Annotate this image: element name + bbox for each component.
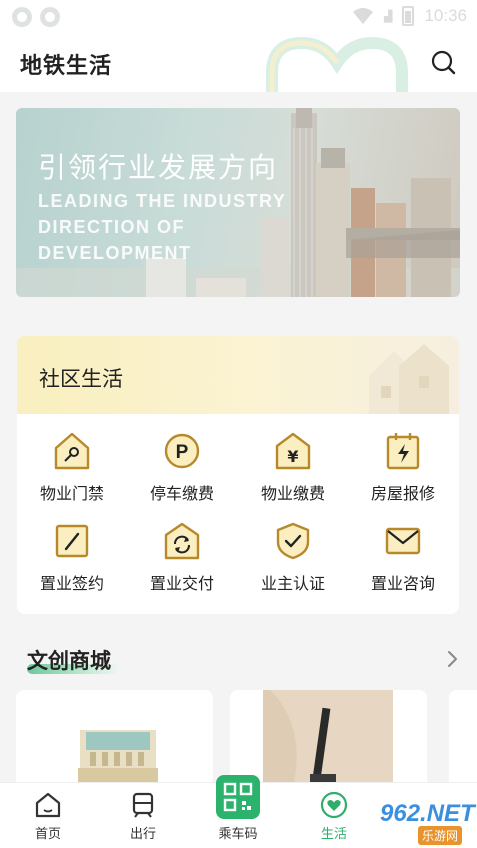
battery-icon bbox=[402, 6, 415, 26]
nav-home[interactable]: 首页 bbox=[8, 791, 88, 842]
service-owner-verify[interactable]: 业主认证 bbox=[238, 522, 348, 600]
service-label: 房屋报修 bbox=[370, 484, 435, 503]
service-label: 置业交付 bbox=[149, 574, 214, 593]
train-icon bbox=[132, 792, 154, 818]
heart-icon bbox=[320, 791, 348, 819]
service-purchase-consult[interactable]: 置业咨询 bbox=[348, 522, 458, 600]
service-label: 置业签约 bbox=[39, 574, 104, 593]
delivery-refresh-icon bbox=[164, 522, 200, 560]
signal-icon: ▟ bbox=[383, 9, 393, 23]
service-parking-pay[interactable]: P 停车缴费 bbox=[127, 432, 237, 510]
service-property-fee[interactable]: ¥ 物业缴费 bbox=[238, 432, 348, 510]
status-right: ▟ 10:36 bbox=[352, 6, 467, 26]
qr-code-icon bbox=[223, 782, 253, 812]
wifi-icon bbox=[352, 8, 373, 24]
repair-calendar-icon bbox=[386, 433, 420, 470]
service-label: 物业门禁 bbox=[39, 484, 104, 503]
community-title: 社区生活 bbox=[39, 367, 123, 391]
yen-house-icon: ¥ bbox=[275, 432, 311, 470]
page-title: 地铁生活 bbox=[20, 54, 113, 79]
status-bar: ▟ 10:36 bbox=[0, 0, 477, 34]
notification-icon bbox=[12, 7, 32, 27]
mall-section-title: 文创商城 bbox=[27, 649, 111, 673]
nav-travel[interactable]: 出行 bbox=[103, 791, 183, 842]
notification-icon bbox=[40, 7, 60, 27]
service-label: 置业咨询 bbox=[370, 574, 435, 593]
sign-pen-icon bbox=[55, 524, 89, 558]
banner-subtitle: LEADING THE INDUSTRY DIRECTION OF DEVELO… bbox=[38, 191, 287, 263]
promo-banner[interactable]: 引领行业发展方向 LEADING THE INDUSTRY DIRECTION … bbox=[16, 108, 460, 297]
service-label: 停车缴费 bbox=[149, 484, 214, 503]
key-house-icon bbox=[54, 432, 90, 470]
nav-label: 乘车码 bbox=[218, 827, 258, 842]
community-life-card: 社区生活 物业门禁 P 停车缴费 ¥ 物业缴费 房屋报修 置业签约 置业交付 业… bbox=[17, 336, 459, 614]
service-purchase-delivery[interactable]: 置业交付 bbox=[127, 522, 237, 600]
chevron-right-icon[interactable] bbox=[445, 648, 459, 670]
app-screen: ▟ 10:36 地铁生活 引领行业发展方向 LEADING THE INDUST… bbox=[0, 0, 477, 848]
shield-check-icon bbox=[276, 522, 310, 560]
svg-text:P: P bbox=[176, 442, 189, 463]
app-header: 地铁生活 bbox=[0, 34, 477, 92]
service-label: 物业缴费 bbox=[260, 484, 325, 503]
nav-label: 首页 bbox=[34, 827, 61, 842]
header-decoration bbox=[266, 36, 408, 92]
nav-label: 出行 bbox=[129, 827, 156, 842]
search-icon[interactable] bbox=[431, 50, 457, 76]
service-property-access[interactable]: 物业门禁 bbox=[17, 432, 127, 510]
parking-icon: P bbox=[164, 433, 200, 469]
status-notification-icons bbox=[12, 7, 60, 27]
ride-code-button[interactable] bbox=[216, 775, 260, 819]
watermark-text: 962.NET bbox=[380, 800, 475, 827]
mail-icon bbox=[385, 527, 421, 555]
svg-text:¥: ¥ bbox=[287, 447, 298, 466]
service-purchase-sign[interactable]: 置业签约 bbox=[17, 522, 127, 600]
service-label: 业主认证 bbox=[260, 574, 325, 593]
community-header: 社区生活 bbox=[17, 336, 459, 414]
status-time: 10:36 bbox=[424, 6, 467, 25]
home-icon bbox=[35, 792, 61, 818]
house-illustration bbox=[369, 344, 449, 414]
banner-title: 引领行业发展方向 bbox=[38, 151, 279, 184]
service-house-repair[interactable]: 房屋报修 bbox=[348, 432, 458, 510]
watermark-subtext: 乐游网 bbox=[418, 826, 463, 845]
